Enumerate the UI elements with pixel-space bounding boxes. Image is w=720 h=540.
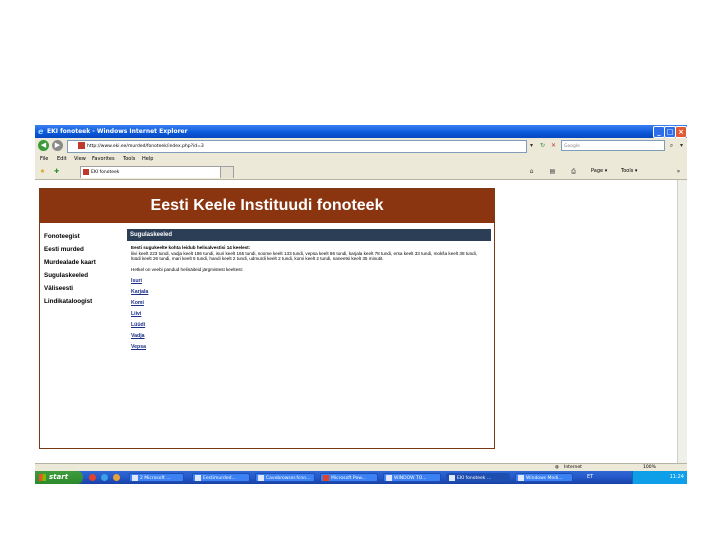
page-title: Sugulaskeeled [127,229,491,241]
menu-file[interactable]: File [40,154,48,164]
lang-link-luudi[interactable]: Lüüdi [131,320,491,331]
home-icon[interactable]: ⌂ [527,167,536,176]
taskbar-app-icon [386,475,392,481]
menu-help[interactable]: Help [142,154,153,164]
languages-subheading: Hetkel on veebi pandud helinäiteid järgm… [131,267,244,273]
page-menu[interactable]: Page ▾ [591,167,607,176]
close-button[interactable]: × [675,126,687,138]
start-label: start [49,473,69,481]
taskbar-button-eki-fonoteek[interactable]: EKI fonoteek ... [446,473,510,482]
more-chevron-icon[interactable]: » [674,167,683,176]
nav-sugulaskeeled[interactable]: Sugulaskeeled [44,269,124,282]
menu-bar: File Edit View Favorites Tools Help [35,154,687,164]
taskbar-label: 2 Microsoft ... [140,476,171,481]
quicklaunch-ie-icon[interactable] [101,474,108,481]
taskbar-label: Eestimurded... [203,476,236,481]
window-title: EKI fonoteek - Windows Internet Explorer [47,128,188,135]
favorites-star-icon[interactable]: ★ [38,167,47,176]
forward-button[interactable]: ▶ [52,140,63,151]
browser-screen: e EKI fonoteek - Windows Internet Explor… [35,125,687,484]
page-menu-label: Page [591,168,604,174]
back-button[interactable]: ◀ [38,140,49,151]
taskbar-app-icon [449,475,455,481]
dropdown-icon[interactable]: ▾ [527,141,536,150]
language-indicator[interactable]: ET [587,471,593,484]
tab-label: EKI fonoteek [91,170,120,175]
taskbar-label: WINDOW TO... [394,476,427,481]
language-list: Isuri Karjala Komi Liivi Lüüdi Vadja Vep… [127,276,491,353]
quicklaunch-media-icon[interactable] [113,474,120,481]
taskbar-app-icon [323,475,329,481]
intro-paragraph: Eesti sugukeelte kohta leidub helisalves… [127,245,491,262]
taskbar-clock: 11:24 [669,474,684,480]
intro-heading: Eesti sugukeelte kohta leidub helisalves… [131,245,251,250]
print-icon[interactable]: ⎙ [569,167,578,176]
taskbar-button-microsoft[interactable]: 2 Microsoft ... [129,473,184,482]
ie-logo-icon: e [38,127,44,136]
taskbar-label: EKI fonoteek ... [457,476,492,481]
page-content: Sugulaskeeled Eesti sugukeelte kohta lei… [127,229,491,353]
taskbar-label: Windows Medi... [526,476,563,481]
taskbar-label: Cavebrowser.fcnn... [266,476,311,481]
menu-tools[interactable]: Tools [123,154,135,164]
page-viewport: Eesti Keele Instituudi fonoteek Fonoteeg… [35,180,677,463]
stop-icon[interactable]: ✕ [549,141,558,150]
taskbar-app-icon [132,475,138,481]
taskbar: start 2 Microsoft ... Eestimurded... Cav… [35,471,687,484]
start-button[interactable]: start [35,471,83,484]
nav-lindikataloogist[interactable]: Lindikataloogist [44,295,124,308]
address-url: http://www.eki.ee/murded/fonoteek/index.… [87,144,204,149]
nav-fonoteegist[interactable]: Fonoteegist [44,230,124,243]
taskbar-button-cavebrowser[interactable]: Cavebrowser.fcnn... [255,473,315,482]
windows-flag-icon [39,474,46,481]
address-row: ◀ ▶ http://www.eki.ee/murded/fonoteek/in… [35,138,687,155]
lang-link-komi[interactable]: Komi [131,298,491,309]
window-titlebar[interactable]: e EKI fonoteek - Windows Internet Explor… [35,125,687,138]
add-favorite-icon[interactable]: ✚ [52,167,61,176]
menu-favorites[interactable]: Favorites [92,154,115,164]
quicklaunch-opera-icon[interactable] [89,474,96,481]
feeds-icon[interactable]: ▤ [548,167,557,176]
menu-view[interactable]: View [74,154,86,164]
lang-link-isuri[interactable]: Isuri [131,276,491,287]
refresh-icon[interactable]: ↻ [538,141,547,150]
tools-menu[interactable]: Tools ▾ [621,167,637,176]
address-bar[interactable]: http://www.eki.ee/murded/fonoteek/index.… [67,140,527,153]
taskbar-button-powerpoint[interactable]: Microsoft Pow... [320,473,378,482]
search-options-icon[interactable]: ▾ [677,141,686,150]
system-tray: 11:24 [632,471,687,484]
nav-murdealade-kaart[interactable]: Murdealade kaart [44,256,124,269]
lang-link-vepsa[interactable]: Vepsa [131,342,491,353]
search-input[interactable]: Google [561,140,665,151]
intro-text: liivi keelt 223 tundi, vadja keelt 186 t… [131,250,478,262]
site-banner: Eesti Keele Instituudi fonoteek [40,189,494,223]
lang-link-karjala[interactable]: Karjala [131,287,491,298]
tabs-toolbar: ★ ✚ EKI fonoteek ⌂ ▤ ⎙ Page ▾ Tools ▾ » [35,164,687,180]
vertical-scrollbar[interactable] [677,180,687,463]
taskbar-app-icon [195,475,201,481]
nav-eesti-murded[interactable]: Eesti murded [44,243,124,256]
tab-eki-fonoteek[interactable]: EKI fonoteek [80,166,232,178]
menu-edit[interactable]: Edit [57,154,67,164]
taskbar-app-icon [258,475,264,481]
taskbar-button-eestimurded[interactable]: Eestimurded... [192,473,250,482]
taskbar-app-icon [518,475,524,481]
lang-link-liivi[interactable]: Liivi [131,309,491,320]
lang-link-vadja[interactable]: Vadja [131,331,491,342]
site-nav: Fonoteegist Eesti murded Murdealade kaar… [44,230,124,308]
tools-menu-label: Tools [621,168,634,174]
tab-favicon-icon [83,168,89,175]
site-favicon-icon [78,142,85,149]
taskbar-button-windows-media[interactable]: Windows Medi... [515,473,573,482]
search-icon[interactable]: ⌕ [667,141,676,150]
new-tab-button[interactable] [220,166,234,178]
site-container: Eesti Keele Instituudi fonoteek Fonoteeg… [39,188,495,449]
nav-valiseesti[interactable]: Väliseesti [44,282,124,295]
taskbar-label: Microsoft Pow... [331,476,366,481]
taskbar-button-window-to[interactable]: WINDOW TO... [383,473,441,482]
